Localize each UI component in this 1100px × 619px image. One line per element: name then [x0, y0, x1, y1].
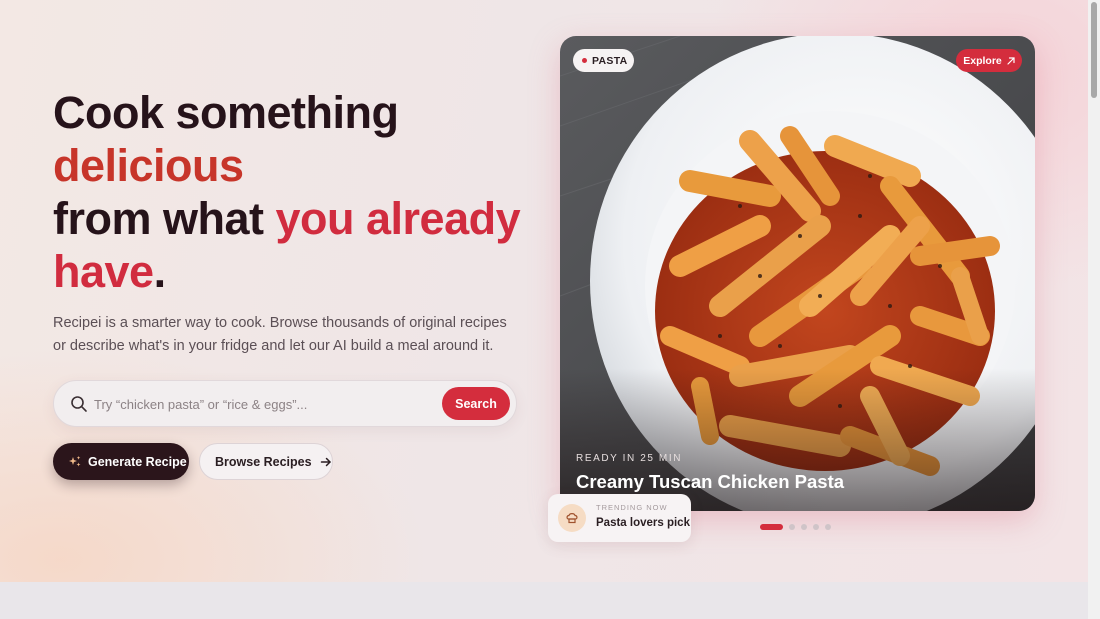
trending-label: Pasta lovers pick [596, 517, 690, 529]
headline-period: . [153, 246, 167, 297]
trending-chip: TRENDING NOW Pasta lovers pick [548, 494, 691, 542]
carousel-dot[interactable] [825, 523, 831, 530]
chef-hat-icon [558, 504, 586, 532]
generate-recipe-button[interactable]: Generate Recipe [53, 443, 189, 480]
headline-accent-you-already: you already [275, 193, 521, 244]
carousel-dots [760, 523, 831, 530]
headline-accent-have: have [53, 246, 154, 297]
page-scrollbar[interactable] [1088, 0, 1100, 619]
carousel-dot[interactable] [801, 523, 807, 530]
headline-line-3: from what [53, 193, 276, 244]
recipe-title: Creamy Tuscan Chicken Pasta [576, 471, 845, 492]
browse-recipes-button[interactable]: Browse Recipes [199, 443, 333, 480]
explore-button[interactable]: Explore [956, 49, 1022, 72]
category-tag: PASTA [573, 49, 634, 72]
category-tag-label: PASTA [592, 54, 628, 67]
featured-recipe-card[interactable]: PASTA Explore READY IN 25 MIN Creamy Tus… [560, 36, 1035, 511]
sparkles-icon [69, 455, 81, 466]
carousel-dot[interactable] [789, 523, 795, 530]
search-input[interactable] [94, 389, 434, 419]
browse-recipes-label: Browse Recipes [215, 454, 312, 469]
tag-dot-icon [582, 58, 587, 63]
headline-accent-delicious: delicious [53, 140, 244, 191]
scrollbar-thumb[interactable] [1091, 2, 1097, 98]
hero-subtitle: Recipei is a smarter way to cook. Browse… [53, 315, 507, 354]
search-icon [71, 396, 87, 412]
carousel-dot[interactable] [760, 523, 783, 530]
headline-line-1: Cook something [53, 87, 399, 138]
card-gradient-overlay [560, 36, 1035, 511]
carousel-dot[interactable] [813, 523, 819, 530]
page-below-hero [0, 582, 1100, 619]
arrow-right-icon [320, 457, 331, 466]
hero-headline: Cook something delicious from what you a… [53, 86, 533, 298]
ready-time-label: READY IN 25 MIN [576, 453, 683, 464]
search-button[interactable]: Search [442, 387, 510, 420]
generate-recipe-label: Generate Recipe [88, 454, 187, 469]
explore-label: Explore [963, 54, 1002, 67]
arrow-up-right-icon [1007, 56, 1015, 65]
trending-small-label: TRENDING NOW [596, 503, 668, 512]
search-bar: Search [53, 380, 517, 427]
